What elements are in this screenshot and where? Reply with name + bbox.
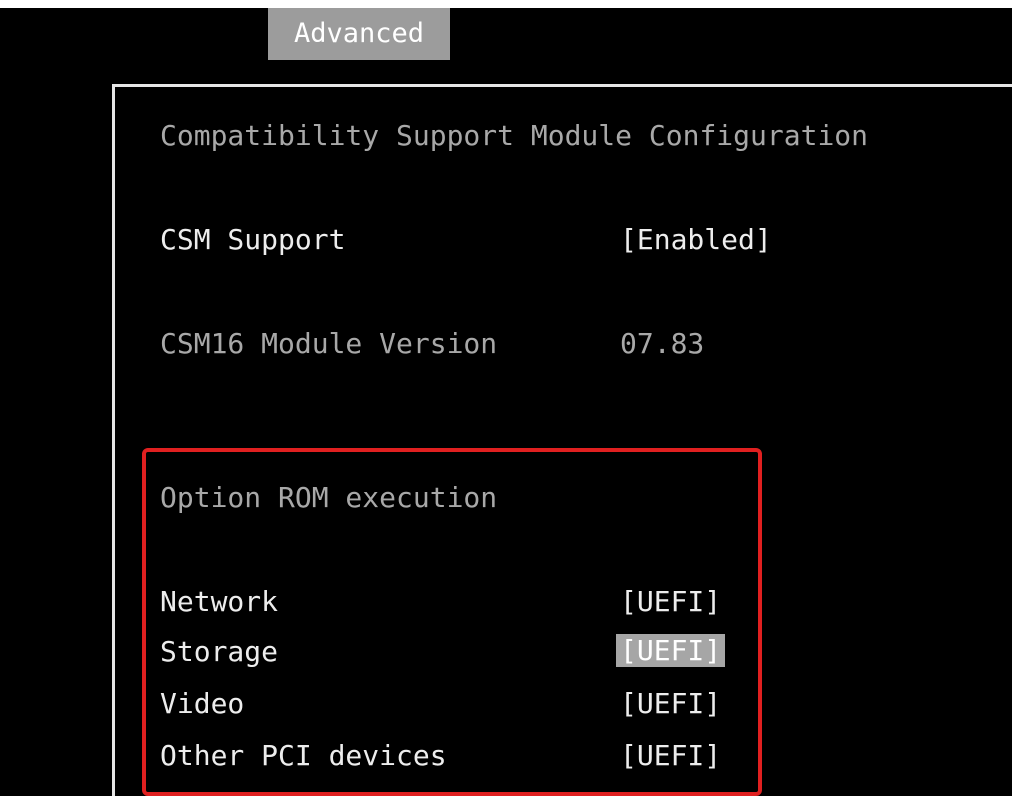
option-rom-section-title: Option ROM execution [160, 481, 498, 514]
video-label[interactable]: Video [160, 686, 244, 722]
csm-support-label[interactable]: CSM Support [160, 222, 345, 258]
network-label[interactable]: Network [160, 584, 278, 620]
storage-label[interactable]: Storage [160, 634, 278, 670]
video-value[interactable]: [UEFI] [620, 686, 721, 722]
storage-value[interactable]: [UEFI] [616, 634, 726, 667]
csm-support-value[interactable]: [Enabled] [620, 222, 772, 258]
csm-section-title: Compatibility Support Module Configurati… [160, 119, 869, 152]
other-pci-devices-value[interactable]: [UEFI] [620, 738, 721, 774]
top-screen-edge [0, 0, 1012, 8]
network-value[interactable]: [UEFI] [620, 584, 721, 620]
csm16-version-label: CSM16 Module Version [160, 327, 498, 360]
csm16-version-value: 07.83 [620, 327, 705, 360]
other-pci-devices-label[interactable]: Other PCI devices [160, 738, 447, 774]
tab-advanced[interactable]: Advanced [268, 8, 450, 60]
storage-value-selected[interactable]: [UEFI] [616, 624, 726, 678]
